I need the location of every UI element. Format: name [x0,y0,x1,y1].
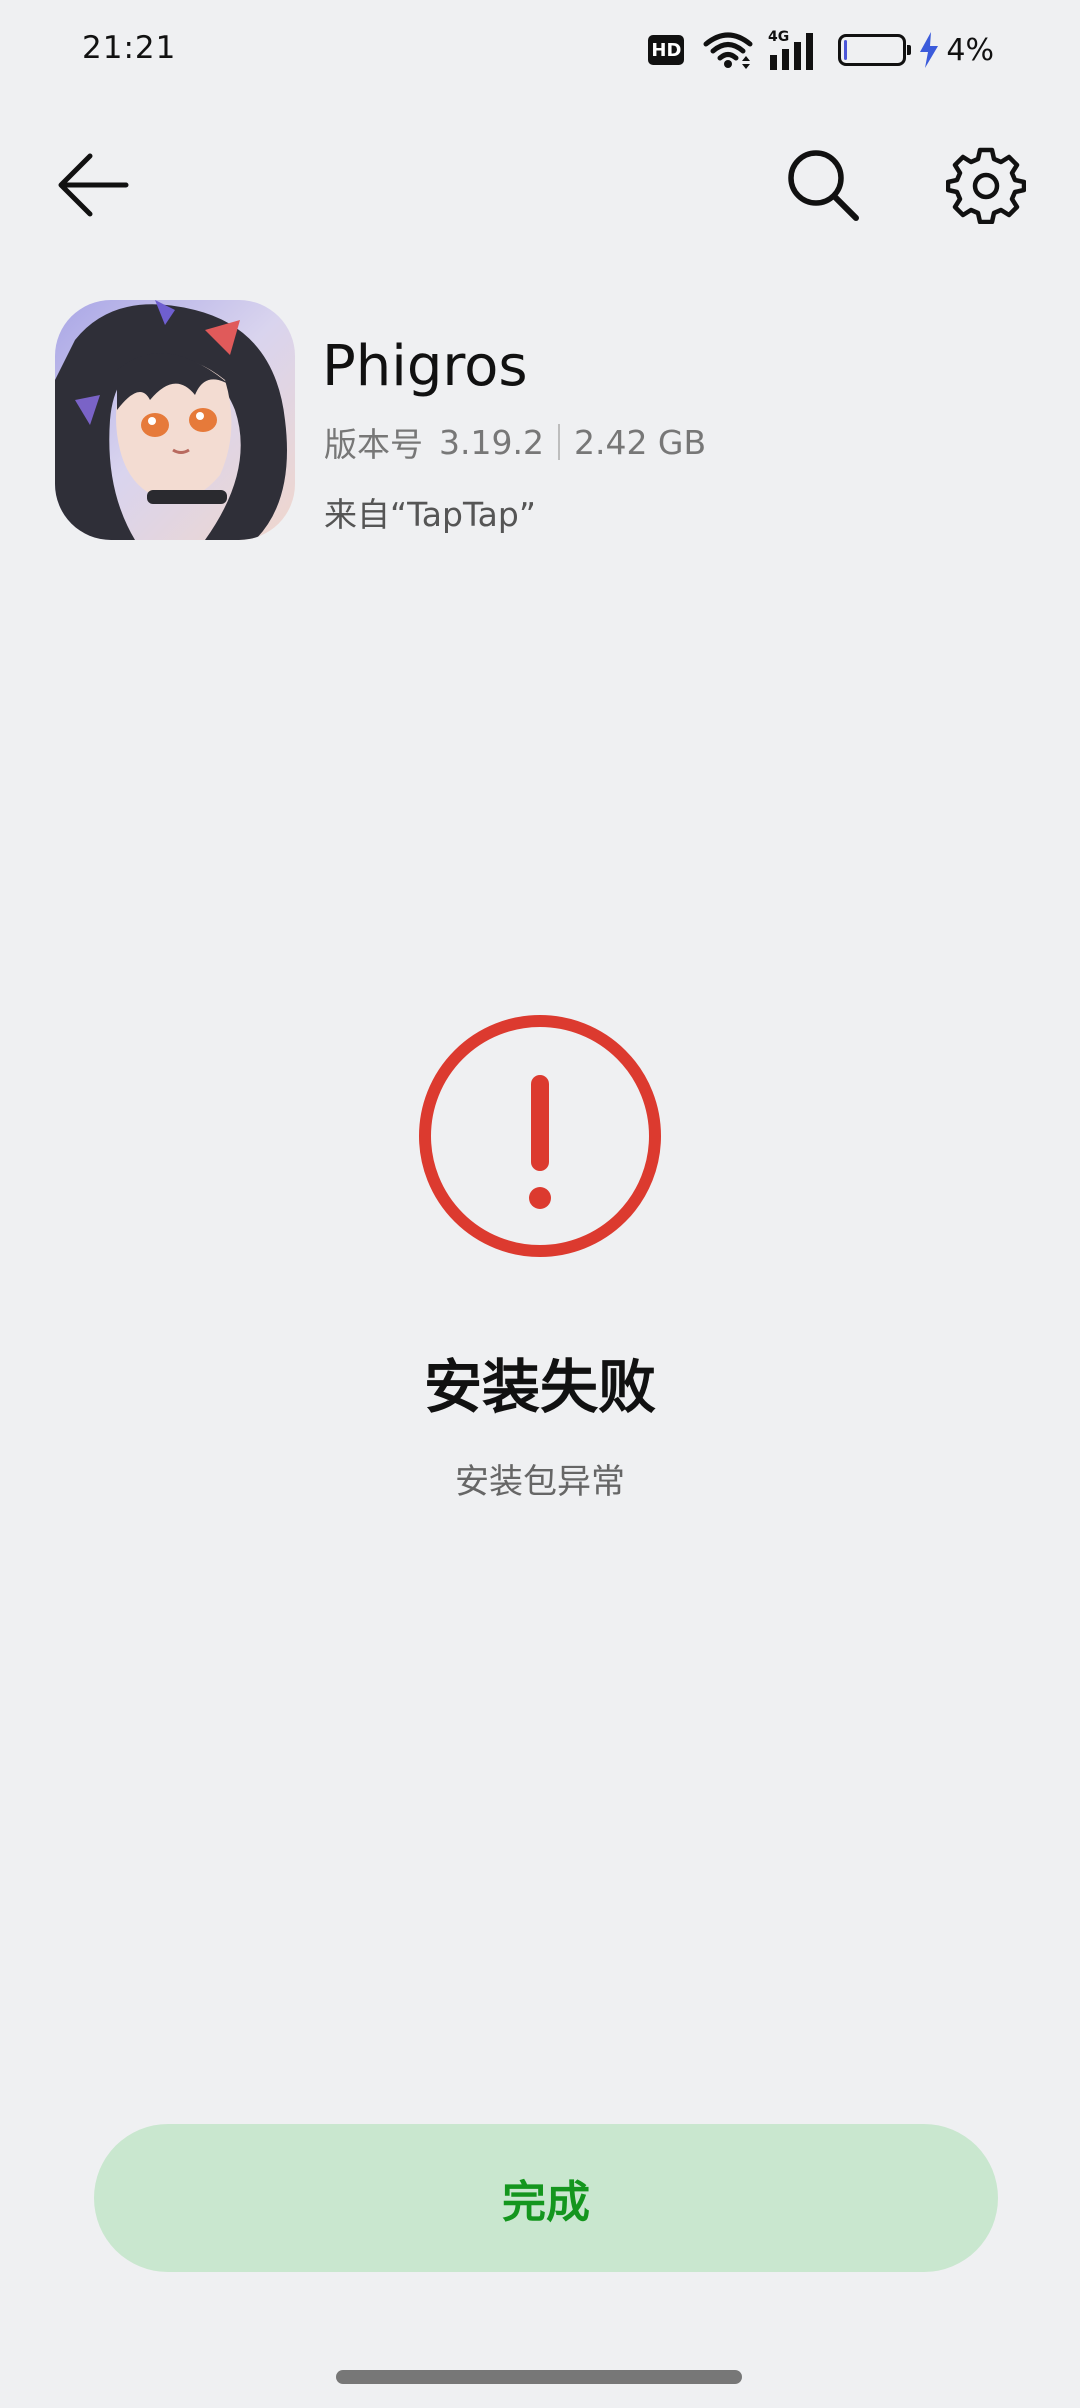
back-arrow-icon[interactable] [56,150,130,220]
battery-percent: 4% [946,32,994,68]
done-button[interactable]: 完成 [94,2124,998,2272]
wifi-icon [703,32,753,69]
app-source: 来自“TapTap” [324,495,536,534]
app-meta: 版本号 3.19.2 2.42 GB [324,418,706,466]
charging-bolt-icon [920,32,939,68]
status-bar: 21:21 HD 4G 4% [0,0,1080,100]
hd-icon: HD [648,35,685,65]
result-title: 安装失败 [423,1353,656,1421]
meta-divider [557,424,560,460]
version-label: 版本号 [324,425,423,464]
app-icon-artwork [55,300,295,540]
network-type-label: 4G [768,29,789,45]
status-icons: HD 4G 4% [648,26,994,74]
settings-gear-icon[interactable] [946,144,1026,224]
app-name: Phigros [322,334,528,399]
result-subtitle: 安装包异常 [455,1462,625,1502]
version-number: 3.19.2 [439,422,544,462]
screen: 21:21 HD 4G 4% Phigros 版本号 3.19.2 2.42 G… [0,0,1080,2408]
app-icon [55,300,295,540]
battery-icon [838,34,912,66]
error-exclamation-icon [419,1015,661,1257]
home-indicator[interactable] [336,2370,742,2384]
cellular-signal-icon: 4G [768,29,814,70]
search-icon[interactable] [782,144,862,224]
battery-level [844,40,848,60]
package-size: 2.42 GB [573,422,707,462]
status-time: 21:21 [82,30,177,66]
